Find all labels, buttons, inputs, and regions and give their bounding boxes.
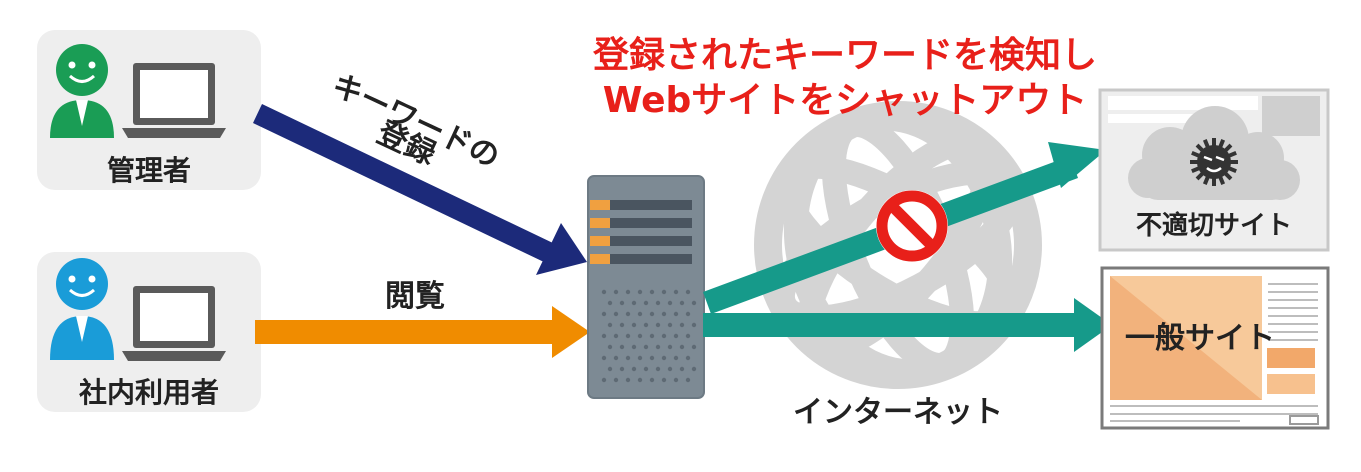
grille-dot: [691, 300, 697, 306]
admin-label: 管理者: [107, 154, 191, 187]
grille-dot: [679, 344, 685, 350]
browse-label: 閲覧: [385, 279, 445, 314]
filtering-diagram: 管理者 社内利用者 キーワードの 登録 閲覧 登録されたキーワードを検知し We…: [37, 30, 1330, 430]
grille-dot: [643, 300, 649, 306]
headline-line1: 登録されたキーワードを検知し: [592, 35, 1097, 76]
grille-dot: [661, 355, 667, 361]
grille-dot: [685, 355, 691, 361]
grille-dot: [685, 377, 691, 383]
inappropriate-site-panel: 不適切サイト: [1098, 88, 1330, 252]
grille-dot: [601, 289, 607, 295]
grille-dot: [625, 355, 631, 361]
grille-dot: [631, 322, 637, 328]
grille-dot: [613, 355, 619, 361]
inappropriate-site-label: 不適切サイト: [1136, 210, 1292, 241]
grille-dot: [655, 366, 661, 372]
virus-icon: [1190, 138, 1238, 186]
grille-dot: [613, 333, 619, 339]
grille-dot: [619, 344, 625, 350]
general-site-label: 一般サイト: [1125, 321, 1275, 356]
internet-label: インターネット: [793, 395, 1003, 430]
grille-dot: [643, 344, 649, 350]
grille-dot: [601, 333, 607, 339]
grille-dot: [625, 289, 631, 295]
grille-dot: [613, 377, 619, 383]
grille-dot: [625, 377, 631, 383]
employee-card: 社内利用者: [37, 252, 261, 412]
grille-dot: [619, 300, 625, 306]
grille-dot: [667, 322, 673, 328]
grille-dot: [667, 366, 673, 372]
grille-dot: [631, 344, 637, 350]
grille-dot: [685, 289, 691, 295]
grille-dot: [655, 300, 661, 306]
grille-dot: [685, 311, 691, 317]
grille-dot: [643, 366, 649, 372]
grille-dot: [673, 377, 679, 383]
grille-dot: [673, 333, 679, 339]
grille-dot: [649, 355, 655, 361]
grille-dot: [601, 311, 607, 317]
admin-card: 管理者: [37, 30, 261, 190]
grille-dot: [655, 322, 661, 328]
grille-dot: [661, 333, 667, 339]
filter-server-icon: [587, 175, 705, 399]
grille-dot: [631, 366, 637, 372]
grille-dot: [649, 311, 655, 317]
grille-dot: [613, 289, 619, 295]
virus-body: [1197, 145, 1231, 179]
grille-dot: [691, 344, 697, 350]
grille-dot: [649, 333, 655, 339]
grille-dot: [679, 366, 685, 372]
grille-dot: [607, 366, 613, 372]
grille-dot: [601, 355, 607, 361]
grille-dot: [607, 344, 613, 350]
grille-dot: [637, 289, 643, 295]
grille-dot: [625, 333, 631, 339]
grille-dot: [607, 300, 613, 306]
grille-dot: [679, 300, 685, 306]
grille-dot: [661, 377, 667, 383]
grille-dot: [649, 289, 655, 295]
grille-dot: [637, 311, 643, 317]
grille-dot: [637, 333, 643, 339]
grille-dot: [637, 377, 643, 383]
general-site-panel: 一般サイト: [1100, 266, 1330, 430]
grille-dot: [625, 311, 631, 317]
grille-dot: [631, 300, 637, 306]
grille-dot: [619, 366, 625, 372]
headline-line2: Webサイトをシャットアウト: [603, 80, 1088, 121]
grille-dot: [667, 300, 673, 306]
grille-dot: [649, 377, 655, 383]
grille-dot: [667, 344, 673, 350]
grille-dot: [607, 322, 613, 328]
grille-dot: [673, 289, 679, 295]
grille-dot: [643, 322, 649, 328]
grille-dot: [679, 322, 685, 328]
grille-dot: [673, 355, 679, 361]
grille-dot: [619, 322, 625, 328]
grille-dot: [601, 377, 607, 383]
grille-dot: [685, 333, 691, 339]
grille-dot: [637, 355, 643, 361]
grille-dot: [661, 289, 667, 295]
grille-dot: [655, 344, 661, 350]
employee-label: 社内利用者: [79, 376, 219, 409]
grille-dot: [691, 366, 697, 372]
prohibited-icon: [876, 190, 948, 262]
grille-dot: [661, 311, 667, 317]
grille-dot: [613, 311, 619, 317]
grille-dot: [673, 311, 679, 317]
grille-dot: [691, 322, 697, 328]
